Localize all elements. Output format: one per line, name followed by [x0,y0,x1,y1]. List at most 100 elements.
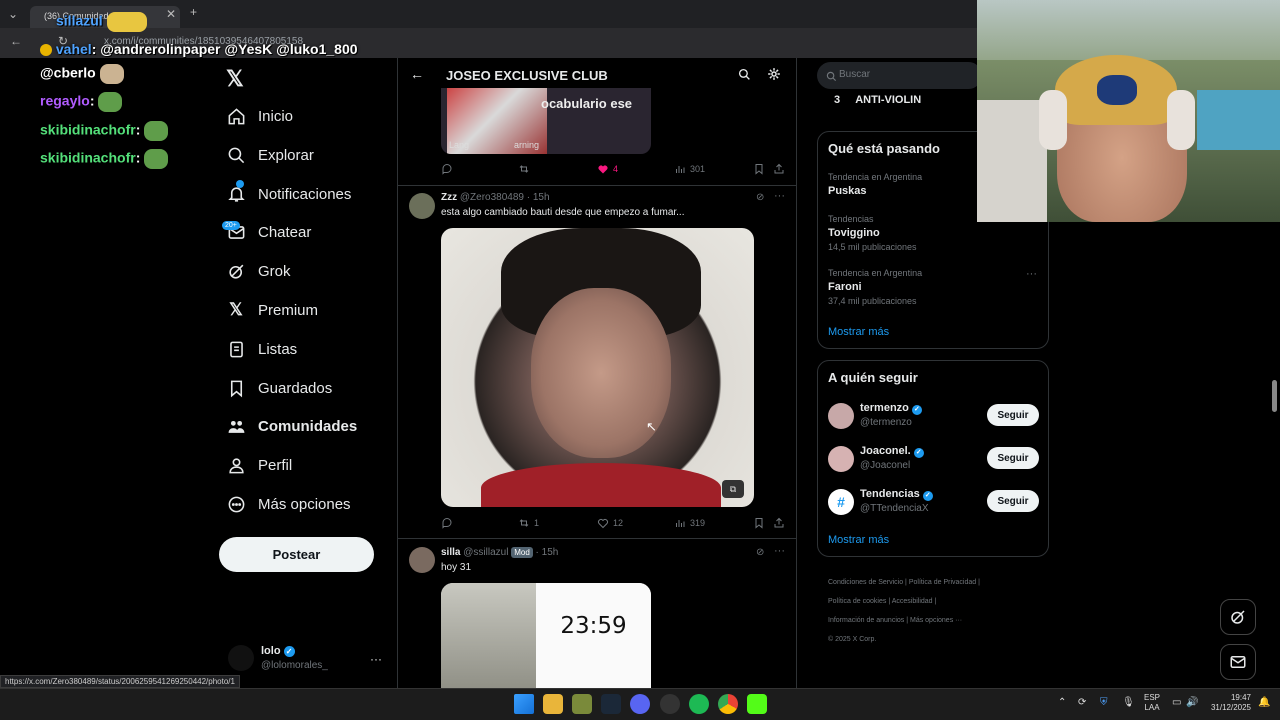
nav-item-perfil[interactable]: Perfil [226,450,292,480]
close-tab-icon[interactable]: ✕ [166,7,176,21]
repost-icon[interactable] [518,163,534,175]
post-photo[interactable]: 23:59 [441,583,651,688]
footer-link[interactable]: Información de anuncios [828,617,904,624]
bookmark-icon[interactable] [753,517,769,529]
rank-item[interactable]: 3 ANTI-VIOLIN [834,94,921,106]
mail-icon [1230,656,1246,668]
chrome-icon[interactable] [718,694,738,714]
lang-secondary: LAA [1144,703,1160,712]
new-tab-icon[interactable]: + [190,5,197,19]
trend-more-icon[interactable]: ··· [1026,268,1037,280]
volume-icon[interactable]: 🔊 [1186,697,1198,708]
post-image[interactable]: ocabulario ese Lang arning [441,88,651,154]
account-name[interactable]: lolo ✓ [261,645,295,657]
who-to-follow-panel: A quién seguir termenzo ✓ @termenzo Segu… [817,360,1049,557]
scrollbar-thumb[interactable] [1272,380,1277,412]
follow-user[interactable]: Tendencias ✓ @TTendenciaX [860,488,933,514]
follow-user[interactable]: termenzo ✓ @termenzo [860,402,922,428]
avatar[interactable] [409,193,435,219]
reply-icon[interactable] [441,517,457,529]
share-icon[interactable] [773,163,789,175]
nav-item-premium[interactable]: 𝕏 Premium [226,295,318,325]
grok-icon[interactable]: ⊘ [756,547,764,558]
nav-item-guardados[interactable]: Guardados [226,373,332,403]
tab-search-icon[interactable]: ⌄ [8,7,18,21]
avatar[interactable] [228,645,254,671]
language-indicator[interactable]: ESP LAA [1144,693,1160,713]
kick-icon[interactable] [747,694,767,714]
alt-icon[interactable]: ⧉ [722,480,744,498]
mic-icon[interactable]: 🎙 [1122,697,1135,708]
avatar[interactable] [828,446,854,472]
image-caption2: arning [514,140,540,150]
follow-button[interactable]: Seguir [987,447,1039,469]
follow-button[interactable]: Seguir [987,404,1039,426]
reply-icon[interactable] [441,163,457,175]
notification-bell-icon[interactable]: 🔔 [1258,697,1270,708]
author-handle[interactable]: @Zero380489 [460,192,524,203]
avatar[interactable] [409,547,435,573]
post-photo[interactable]: ⧉ [441,228,754,507]
show-more-link[interactable]: Mostrar más [828,534,889,546]
file-explorer-icon[interactable] [543,694,563,714]
footer-link[interactable]: Política de cookies [828,598,886,605]
obs-icon[interactable] [660,694,680,714]
spotify-icon[interactable] [689,694,709,714]
network-icon[interactable]: ▭ [1172,697,1181,708]
follow-user[interactable]: Joaconel. ✓ @Joaconel [860,445,924,471]
more-icon[interactable]: ··· [774,545,785,557]
post-time[interactable]: · 15h [527,192,550,203]
sync-icon[interactable]: ⟳ [1078,697,1086,708]
nav-item-listas[interactable]: Listas [226,334,297,364]
footer-link[interactable]: Condiciones de Servicio [828,579,903,586]
grok-icon[interactable]: ⊘ [756,192,764,203]
share-icon[interactable] [773,517,789,529]
like-button[interactable]: 12 [597,517,623,529]
nav-item-comunidades[interactable]: Comunidades [226,411,357,441]
repost-button[interactable]: 1 [518,517,539,529]
footer-link[interactable]: Más opciones ··· [910,617,962,624]
back-arrow-icon[interactable]: ← [410,66,424,82]
nav-item-grok[interactable]: Grok [226,256,291,286]
hashtag-avatar-icon[interactable]: # [828,489,854,515]
trend-item[interactable]: Tendencia en Argentina Faroni 37,4 mil p… [828,268,922,306]
shield-icon[interactable]: ⛨ [1100,697,1108,708]
author-name[interactable]: Zzz [441,192,457,203]
nav-item-explorar[interactable]: Explorar [226,140,314,170]
messages-float-button[interactable] [1220,644,1256,680]
avatar[interactable] [828,403,854,429]
windows-start-icon[interactable] [514,694,534,714]
search-input[interactable]: Buscar [817,62,982,89]
trend-item[interactable]: Tendencias Toviggino 14,5 mil publicacio… [828,214,917,252]
nav-item-mas-opciones[interactable]: Más opciones [226,489,351,519]
views-button[interactable]: 319 [674,517,705,529]
author-handle[interactable]: @ssillazul [463,547,508,558]
search-icon[interactable] [738,68,751,86]
like-button[interactable]: 4 [597,163,618,175]
grok-float-button[interactable] [1220,599,1256,635]
steam-icon[interactable] [601,694,621,714]
follow-button[interactable]: Seguir [987,490,1039,512]
clock-display: 23:59 [536,583,651,688]
trend-item[interactable]: Tendencia en Argentina Puskas [828,172,922,197]
nav-item-notificaciones[interactable]: Notificaciones [226,179,351,209]
x-logo-icon[interactable]: 𝕏 [226,66,244,92]
app-icon[interactable] [572,694,592,714]
bookmark-icon[interactable] [753,163,769,175]
footer-link[interactable]: Accesibilidad [892,598,933,605]
author-name[interactable]: silla [441,547,460,558]
post-button[interactable]: Postear [219,537,374,572]
back-icon[interactable]: ← [10,34,22,48]
gear-icon[interactable] [767,67,781,86]
discord-icon[interactable] [630,694,650,714]
post-time[interactable]: · 15h [536,547,559,558]
clock[interactable]: 19:47 31/12/2025 [1206,693,1251,713]
views-button[interactable]: 301 [674,163,705,175]
show-more-link[interactable]: Mostrar más [828,326,889,338]
footer-link[interactable]: Política de Privacidad [909,579,976,586]
more-icon[interactable]: ··· [774,190,785,202]
nav-item-inicio[interactable]: Inicio [226,101,293,131]
account-menu-icon[interactable]: ··· [370,652,382,666]
tray-chevron-icon[interactable]: ⌃ [1058,697,1066,708]
trend-context: Tendencia en Argentina [828,172,923,182]
